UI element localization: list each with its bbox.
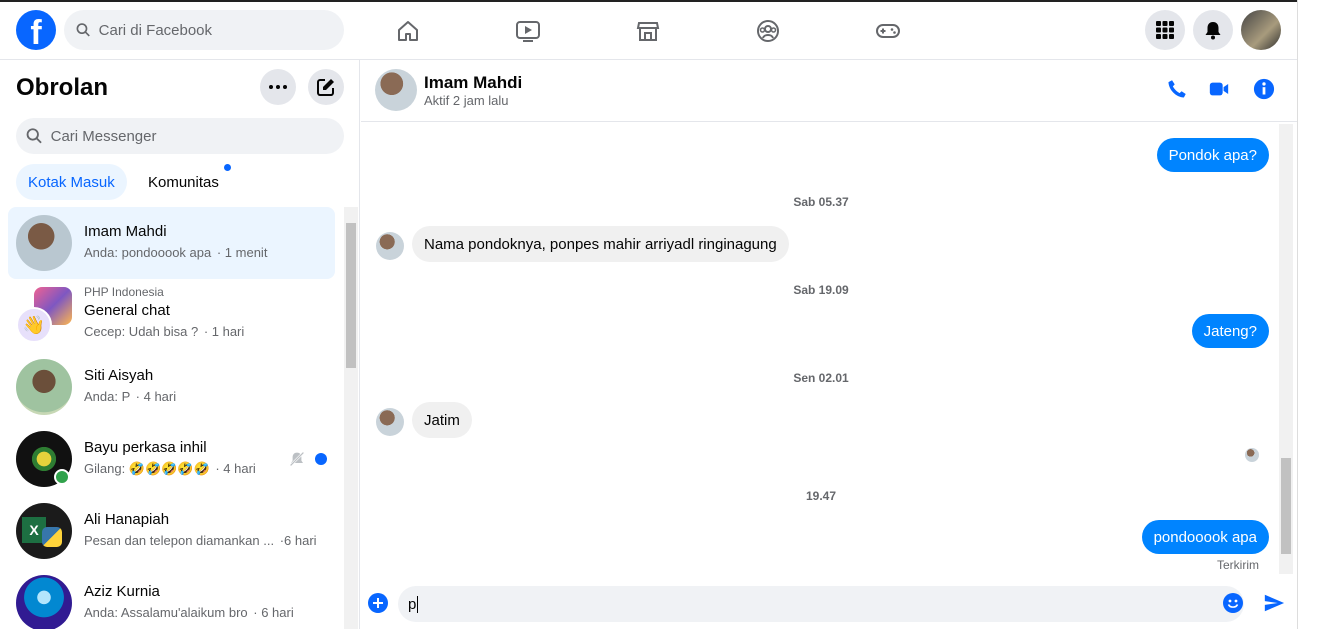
nav-home[interactable] <box>348 2 468 60</box>
nav-gaming[interactable] <box>828 2 948 60</box>
search-icon <box>76 23 90 37</box>
add-attachment-icon[interactable] <box>368 593 388 613</box>
outgoing-message[interactable]: Pondok apa? <box>1156 138 1269 172</box>
delivery-status: Terkirim <box>1217 558 1259 572</box>
bell-icon <box>1205 22 1221 40</box>
message-preview: Gilang: 🤣🤣🤣🤣🤣 · 4 hari <box>84 461 256 476</box>
message-input[interactable]: p <box>398 586 1244 622</box>
account-avatar[interactable] <box>1241 10 1281 50</box>
gaming-icon <box>876 24 900 38</box>
contact-name: Bayu perkasa inhil <box>84 439 207 456</box>
sender-avatar <box>376 232 404 260</box>
emoji-icon[interactable] <box>1223 593 1243 613</box>
options-button[interactable] <box>260 69 296 105</box>
compose-icon <box>317 79 334 96</box>
conversation-item[interactable]: 👋 PHP Indonesia General chat Cecep: Udah… <box>8 279 335 351</box>
avatar: X <box>16 503 72 559</box>
new-message-button[interactable] <box>308 69 344 105</box>
sidebar-title: Obrolan <box>16 74 109 101</box>
contact-avatar[interactable] <box>375 69 417 111</box>
chat-header: Imam Mahdi Aktif 2 jam lalu <box>361 60 1297 122</box>
chat-sidebar: Obrolan Kotak Masuk Komunitas Imam Mahdi… <box>0 60 360 629</box>
read-receipt-avatar <box>1245 448 1259 462</box>
marketplace-icon <box>636 22 660 41</box>
new-indicator-dot <box>224 164 231 171</box>
message-composer: p <box>361 582 1297 629</box>
contact-name: Imam Mahdi <box>84 223 167 240</box>
message-preview: Anda: pondooook apa · 1 menit <box>84 245 268 260</box>
wave-icon: 👋 <box>16 307 52 343</box>
conversation-item[interactable]: X Ali Hanapiah Pesan dan telepon diamank… <box>8 495 335 567</box>
conversation-item[interactable]: Aziz Kurnia Anda: Assalamu'alaikum bro ·… <box>8 567 335 629</box>
contact-name[interactable]: Imam Mahdi <box>424 73 522 93</box>
facebook-search[interactable] <box>64 10 344 50</box>
nav-video[interactable] <box>468 2 588 60</box>
conversation-item[interactable]: Imam Mahdi Anda: pondooook apa · 1 menit <box>8 207 335 279</box>
unread-dot <box>315 453 327 465</box>
facebook-search-input[interactable] <box>98 21 344 39</box>
avatar <box>16 359 72 415</box>
scroll-thumb[interactable] <box>1281 458 1291 554</box>
video-icon <box>516 21 540 42</box>
sender-avatar <box>376 408 404 436</box>
message-preview: Anda: P · 4 hari <box>84 389 177 404</box>
online-status-dot <box>54 469 70 485</box>
window-scrollbar[interactable] <box>1297 0 1321 629</box>
send-icon[interactable] <box>1263 592 1285 614</box>
search-icon <box>26 128 42 144</box>
incoming-message[interactable]: Jatim <box>412 402 472 438</box>
messenger-search[interactable] <box>16 118 344 154</box>
outgoing-message[interactable]: pondooook apa <box>1141 520 1269 554</box>
video-call-icon[interactable] <box>1208 78 1230 100</box>
contact-name: Siti Aisyah <box>84 367 154 384</box>
timestamp: Sab 19.09 <box>793 283 849 297</box>
message-preview: Anda: Assalamu'alaikum bro · 6 hari <box>84 605 294 620</box>
conversation-item[interactable]: Siti Aisyah Anda: P · 4 hari <box>8 351 335 423</box>
home-icon <box>398 21 418 41</box>
message-preview: Pesan dan telepon diamankan ... ·6 hari <box>84 533 317 548</box>
timestamp: Sen 02.01 <box>793 371 849 385</box>
message-input-text: p <box>408 595 419 613</box>
timestamp: Sab 05.37 <box>793 195 849 209</box>
sidebar-scrollbar[interactable] <box>344 207 358 629</box>
outgoing-message[interactable]: Jateng? <box>1191 314 1269 348</box>
messenger-search-input[interactable] <box>50 127 344 145</box>
tab-inbox[interactable]: Kotak Masuk <box>16 164 127 200</box>
top-bar: f <box>0 0 1321 60</box>
phone-icon[interactable] <box>1166 78 1188 100</box>
chat-scrollbar[interactable] <box>1279 124 1293 574</box>
main-nav <box>348 2 948 60</box>
chat-pane: Imam Mahdi Aktif 2 jam lalu Pondok apa? … <box>361 60 1297 629</box>
tab-communities[interactable]: Komunitas <box>136 164 231 200</box>
contact-name: Aziz Kurnia <box>84 583 160 600</box>
info-icon[interactable] <box>1253 78 1275 100</box>
active-status: Aktif 2 jam lalu <box>424 93 509 108</box>
account-controls <box>1145 10 1281 50</box>
more-options-icon <box>269 85 287 89</box>
grid-menu-icon <box>1156 21 1174 39</box>
menu-button[interactable] <box>1145 10 1185 50</box>
community-name: PHP Indonesia <box>84 285 164 299</box>
facebook-logo[interactable]: f <box>16 10 56 50</box>
contact-name: Ali Hanapiah <box>84 511 170 528</box>
message-thread: Pondok apa? Sab 05.37 Nama pondoknya, po… <box>361 122 1281 578</box>
logo-letter: f <box>30 14 42 50</box>
timestamp: 19.47 <box>805 489 837 503</box>
avatar <box>16 575 72 629</box>
nav-marketplace[interactable] <box>588 2 708 60</box>
contact-name: General chat <box>84 302 170 319</box>
conversation-item[interactable]: Bayu perkasa inhil Gilang: 🤣🤣🤣🤣🤣 · 4 har… <box>8 423 335 495</box>
python-icon <box>42 527 62 547</box>
muted-bell-icon <box>289 451 305 467</box>
groups-icon <box>757 20 779 42</box>
conversation-list: Imam Mahdi Anda: pondooook apa · 1 menit… <box>8 207 335 629</box>
avatar <box>16 215 72 271</box>
message-preview: Cecep: Udah bisa ? · 1 hari <box>84 324 245 339</box>
nav-groups[interactable] <box>708 2 828 60</box>
scroll-thumb[interactable] <box>346 223 356 368</box>
incoming-message[interactable]: Nama pondoknya, ponpes mahir arriyadl ri… <box>412 226 789 262</box>
notifications-button[interactable] <box>1193 10 1233 50</box>
